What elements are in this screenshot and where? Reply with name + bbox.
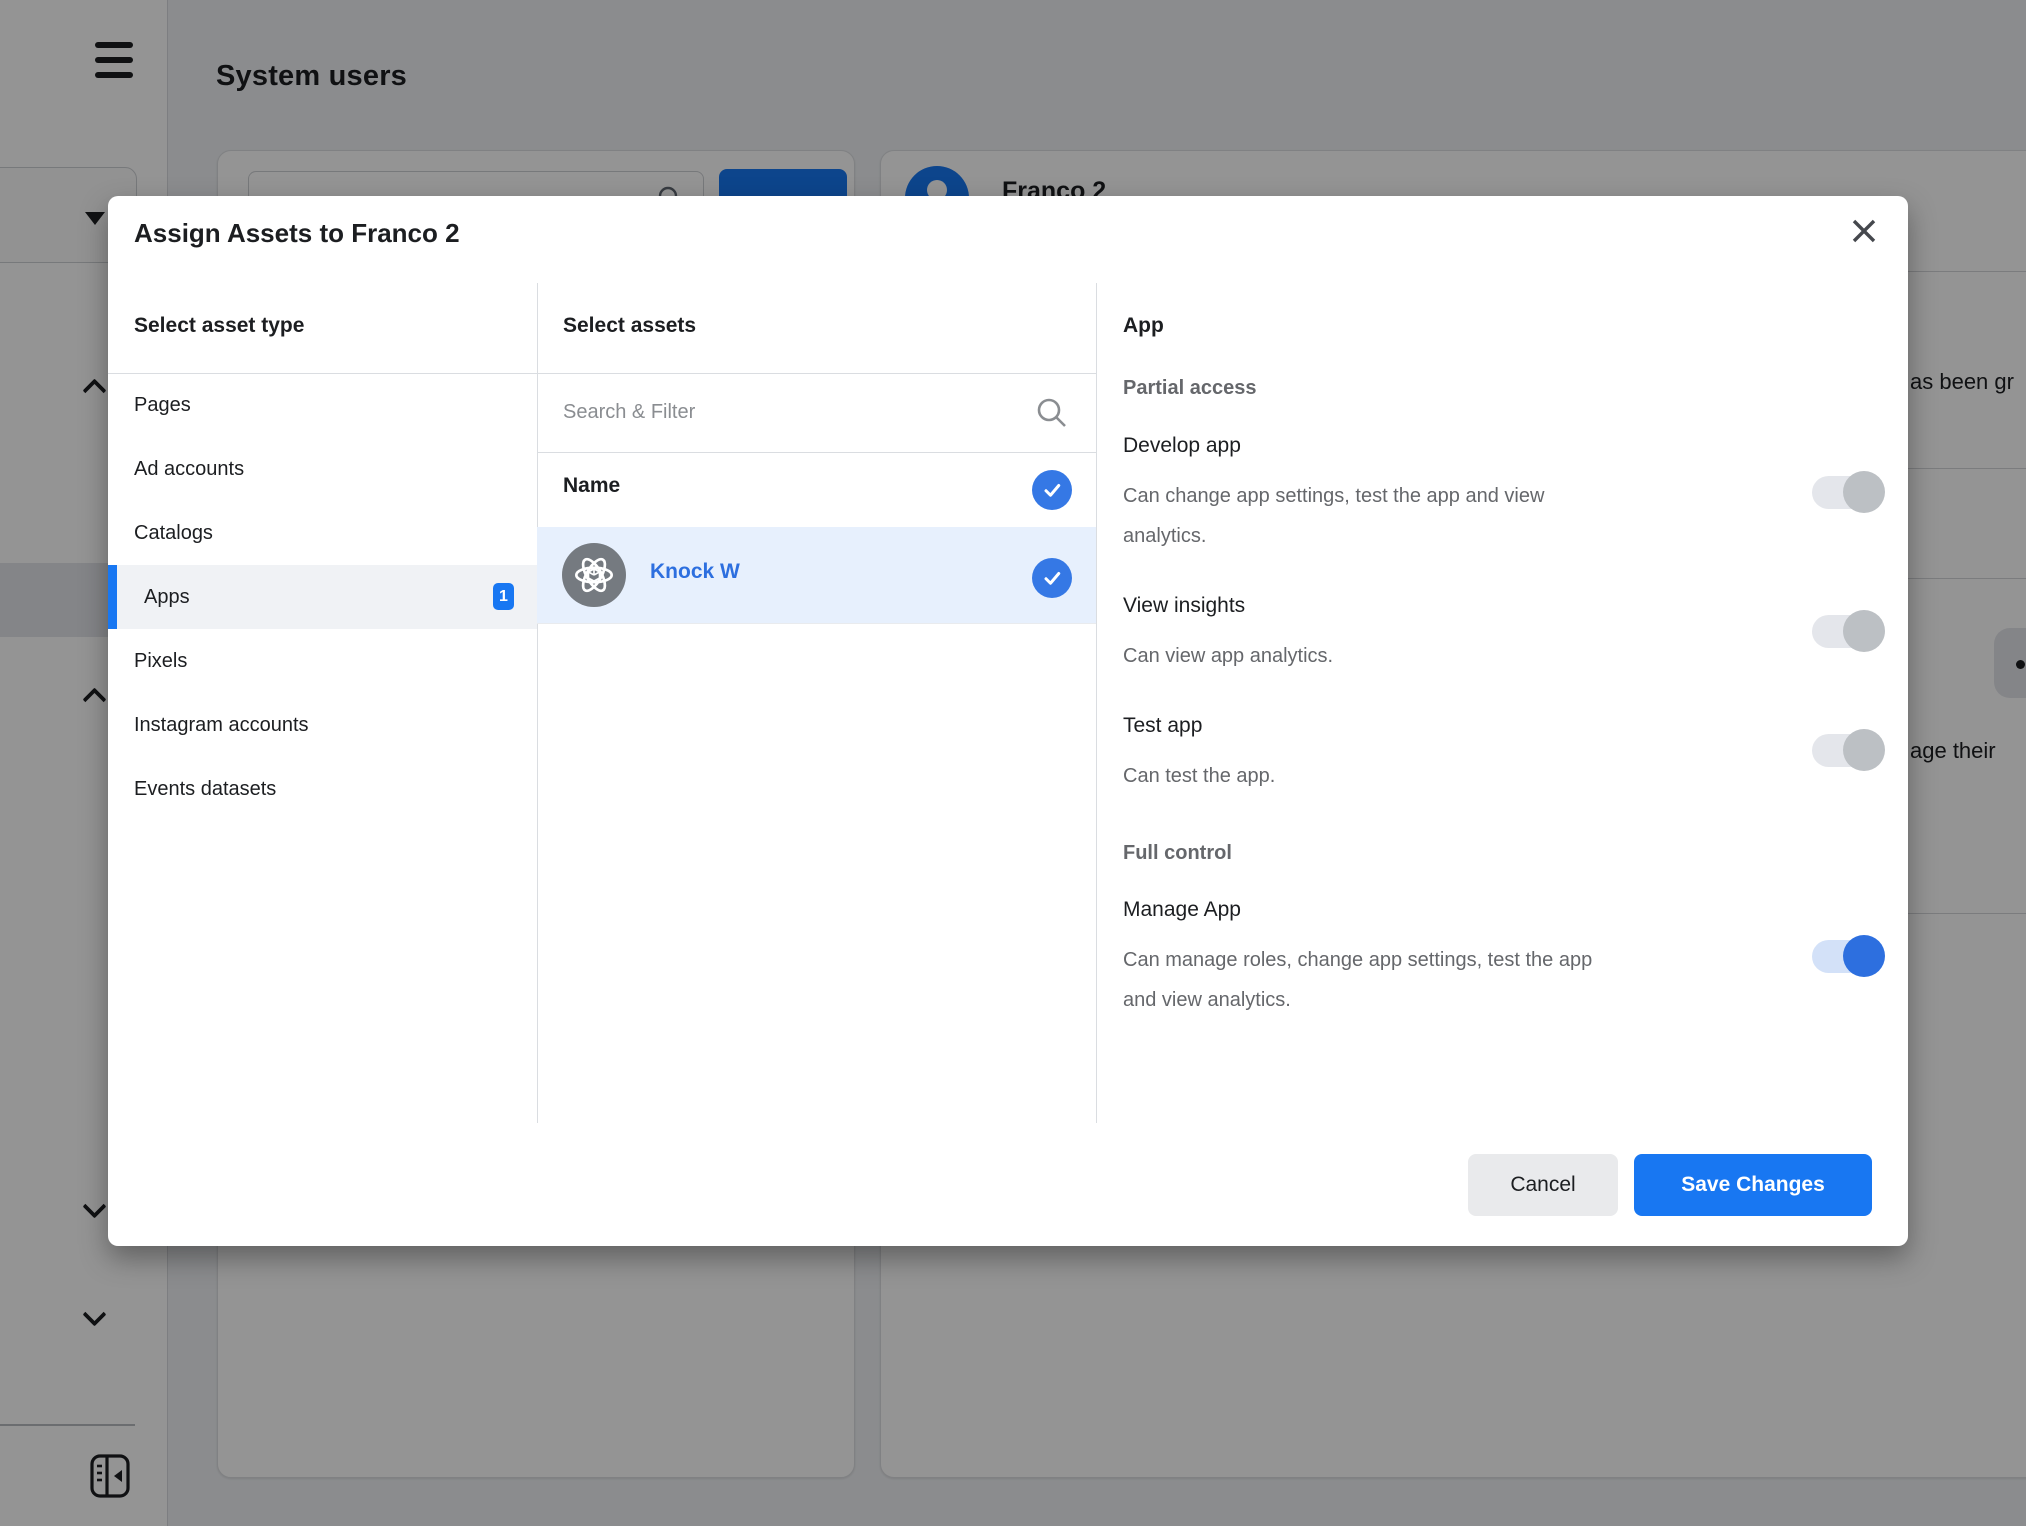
toggle-knob (1843, 610, 1885, 652)
permission-desc: Can manage roles, change app settings, t… (1123, 940, 1592, 1020)
permission-desc: Can view app analytics. (1123, 636, 1333, 676)
toggle-develop-app[interactable] (1812, 476, 1884, 509)
section-heading-full-control: Full control (1123, 842, 1232, 865)
search-filter-input[interactable] (538, 374, 1038, 451)
cancel-button[interactable]: Cancel (1468, 1154, 1618, 1216)
permission-desc: Can test the app. (1123, 756, 1275, 796)
dialog-title: Assign Assets to Franco 2 (134, 218, 460, 249)
apps-count-badge: 1 (493, 583, 514, 610)
asset-type-events-datasets[interactable]: Events datasets (108, 757, 537, 821)
asset-type-pages[interactable]: Pages (108, 373, 537, 437)
toggle-view-insights[interactable] (1812, 615, 1884, 648)
asset-type-catalogs[interactable]: Catalogs (108, 501, 537, 565)
check-icon (1040, 566, 1064, 590)
selected-indicator-bar (108, 565, 117, 629)
app-root: System users Franco 2 as been gr age the… (0, 0, 2026, 1526)
permission-label-manage-app: Manage App (1123, 898, 1241, 922)
section-heading-partial-access: Partial access (1123, 377, 1256, 400)
permission-desc: Can change app settings, test the app an… (1123, 476, 1544, 556)
close-icon (1849, 216, 1879, 246)
toggle-test-app[interactable] (1812, 734, 1884, 767)
asset-name: Knock W (650, 560, 740, 584)
assets-list-header-row: Name (537, 452, 1096, 527)
column-divider (1096, 283, 1097, 1123)
check-icon (1040, 478, 1064, 502)
toggle-knob (1843, 729, 1885, 771)
asset-type-pixels[interactable]: Pixels (108, 629, 537, 693)
row-divider (537, 623, 1096, 624)
toggle-knob (1843, 935, 1885, 977)
select-all-checkbox[interactable] (1032, 470, 1072, 510)
permission-label-view-insights: View insights (1123, 594, 1245, 618)
search-icon[interactable] (1036, 397, 1068, 429)
asset-type-apps[interactable]: Apps 1 (108, 565, 537, 629)
permission-label-develop-app: Develop app (1123, 434, 1241, 458)
toggle-manage-app[interactable] (1812, 940, 1884, 973)
name-column-header: Name (563, 474, 620, 498)
assign-assets-dialog: Assign Assets to Franco 2 Select asset t… (108, 196, 1908, 1246)
asset-checkbox-checked[interactable] (1032, 558, 1072, 598)
app-avatar (562, 543, 626, 607)
save-changes-button[interactable]: Save Changes (1634, 1154, 1872, 1216)
permission-label-test-app: Test app (1123, 714, 1202, 738)
permissions-column-header: App (1123, 314, 1164, 338)
close-button[interactable] (1842, 210, 1886, 254)
atom-app-icon (569, 550, 619, 600)
asset-type-ad-accounts[interactable]: Ad accounts (108, 437, 537, 501)
assets-column-header: Select assets (563, 314, 696, 338)
asset-type-column-header: Select asset type (134, 314, 304, 338)
asset-row-knock-w[interactable]: Knock W (537, 527, 1096, 623)
toggle-knob (1843, 471, 1885, 513)
asset-type-instagram-accounts[interactable]: Instagram accounts (108, 693, 537, 757)
